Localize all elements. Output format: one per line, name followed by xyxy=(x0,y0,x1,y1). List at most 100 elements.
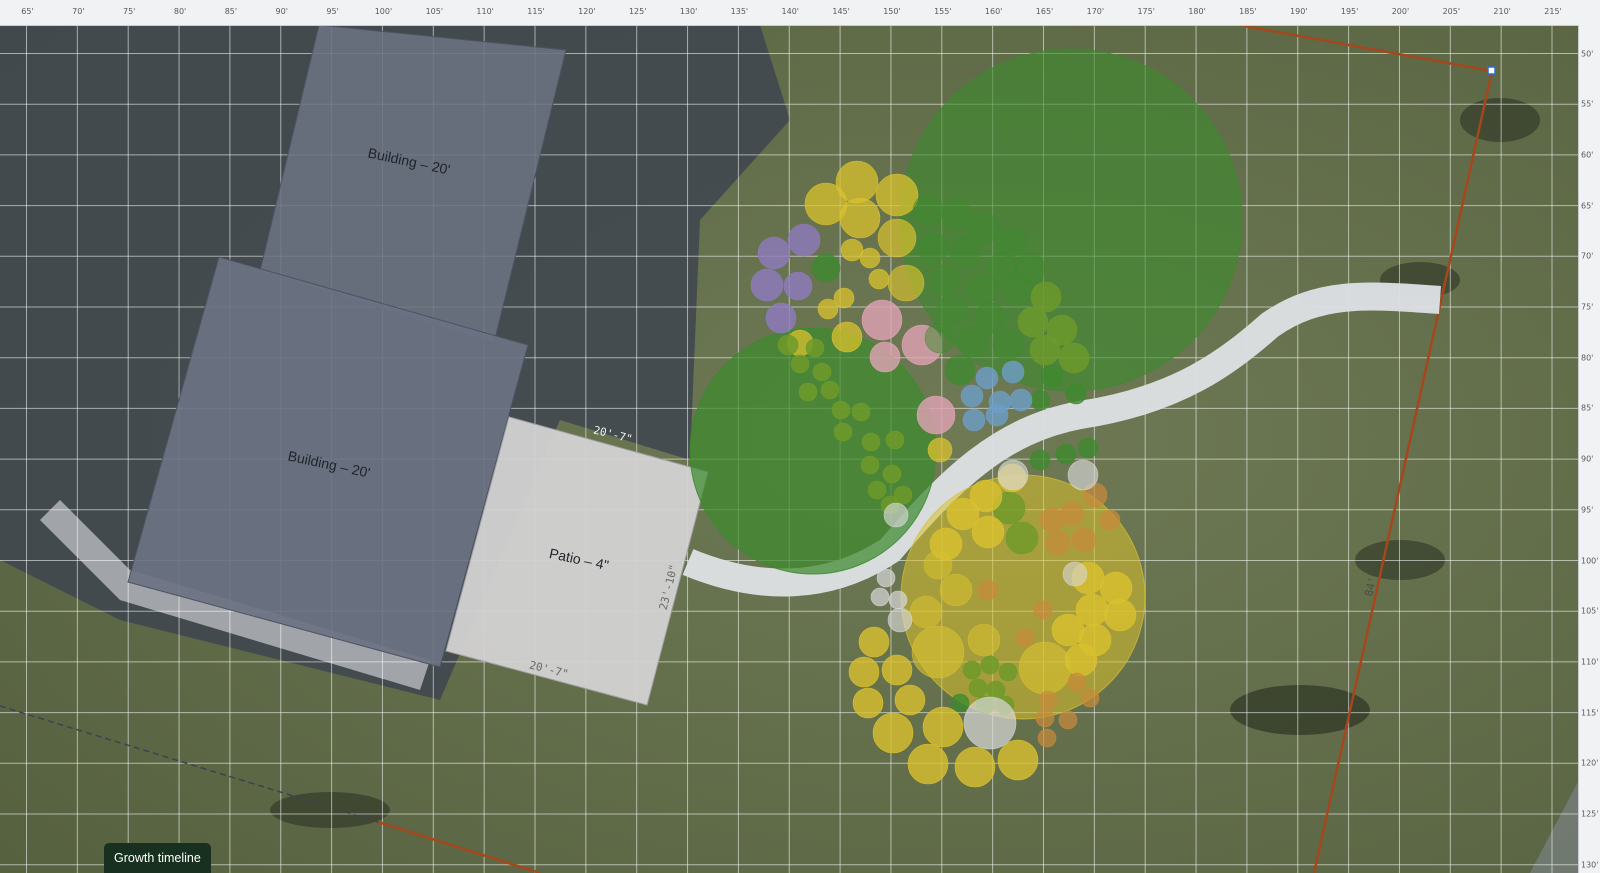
yellow-shrub[interactable] xyxy=(835,160,879,204)
olive-shrub[interactable] xyxy=(860,455,880,475)
green-shrub[interactable] xyxy=(944,354,976,386)
yellow-shrub[interactable] xyxy=(922,706,964,748)
orange-shrub[interactable] xyxy=(1071,527,1097,553)
green-shrub[interactable] xyxy=(912,194,944,226)
yellow-shrub[interactable] xyxy=(877,218,917,258)
green-shrub[interactable] xyxy=(949,236,981,268)
olive-shrub[interactable] xyxy=(790,354,810,374)
green-shrub[interactable] xyxy=(992,329,1024,361)
white-shrub[interactable] xyxy=(1067,459,1099,491)
yellow-shrub[interactable] xyxy=(831,321,863,353)
yellow-shrub[interactable] xyxy=(911,625,965,679)
blue-shrub[interactable] xyxy=(960,384,984,408)
olive-shrub[interactable] xyxy=(1058,342,1090,374)
blue-shrub[interactable] xyxy=(1009,388,1033,412)
medium-tree[interactable] xyxy=(689,327,937,575)
yellow-shrub[interactable] xyxy=(1018,641,1072,695)
olive-shrub[interactable] xyxy=(1005,521,1039,555)
white-shrub[interactable] xyxy=(1062,561,1088,587)
olive-shrub[interactable] xyxy=(980,655,1000,675)
purple-shrub[interactable] xyxy=(787,223,821,257)
orange-shrub[interactable] xyxy=(1058,710,1078,730)
olive-shrub[interactable] xyxy=(867,480,887,500)
orange-shrub[interactable] xyxy=(1045,530,1071,556)
green-shrub[interactable] xyxy=(1040,364,1064,388)
orange-shrub[interactable] xyxy=(1059,501,1085,527)
yellow-shrub[interactable] xyxy=(939,573,973,607)
yellow-shrub[interactable] xyxy=(894,684,926,716)
orange-shrub[interactable] xyxy=(1035,708,1055,728)
yellow-shrub[interactable] xyxy=(868,268,890,290)
green-shrub[interactable] xyxy=(936,294,968,326)
olive-shrub[interactable] xyxy=(882,464,902,484)
green-shrub[interactable] xyxy=(1029,389,1051,411)
blue-shrub[interactable] xyxy=(975,366,999,390)
olive-shrub[interactable] xyxy=(833,422,853,442)
blue-shrub[interactable] xyxy=(962,408,986,432)
green-shrub[interactable] xyxy=(1055,443,1077,465)
olive-shrub[interactable] xyxy=(851,402,871,422)
yellow-shrub[interactable] xyxy=(1103,598,1137,632)
olive-shrub[interactable] xyxy=(1029,334,1061,366)
green-shrub[interactable] xyxy=(924,322,956,354)
green-shrub[interactable] xyxy=(1029,449,1051,471)
green-shrub[interactable] xyxy=(929,264,961,296)
yellow-shrub[interactable] xyxy=(852,687,884,719)
purple-shrub[interactable] xyxy=(757,236,791,270)
green-shrub[interactable] xyxy=(950,693,970,713)
purple-shrub[interactable] xyxy=(783,271,813,301)
yellow-shrub[interactable] xyxy=(840,238,864,262)
white-shrub[interactable] xyxy=(876,568,896,588)
yellow-shrub[interactable] xyxy=(872,712,914,754)
green-shrub[interactable] xyxy=(1065,383,1087,405)
green-shrub[interactable] xyxy=(956,326,988,358)
orange-shrub[interactable] xyxy=(1080,688,1100,708)
green-shrub[interactable] xyxy=(1077,437,1099,459)
olive-shrub[interactable] xyxy=(805,338,825,358)
green-shrub[interactable] xyxy=(968,212,1000,244)
purple-shrub[interactable] xyxy=(765,302,797,334)
green-shrub[interactable] xyxy=(811,253,841,283)
white-shrub[interactable] xyxy=(997,459,1029,491)
white-shrub[interactable] xyxy=(883,502,909,528)
olive-shrub[interactable] xyxy=(968,678,988,698)
yellow-shrub[interactable] xyxy=(881,654,913,686)
olive-shrub[interactable] xyxy=(820,380,840,400)
green-shrub[interactable] xyxy=(917,232,949,264)
yellow-shrub[interactable] xyxy=(967,623,1001,657)
olive-shrub[interactable] xyxy=(812,362,832,382)
olive-shrub[interactable] xyxy=(885,430,905,450)
olive-shrub[interactable] xyxy=(831,400,851,420)
yellow-shrub[interactable] xyxy=(858,626,890,658)
orange-shrub[interactable] xyxy=(1038,690,1058,710)
yellow-shrub[interactable] xyxy=(839,197,881,239)
yellow-shrub[interactable] xyxy=(859,247,881,269)
green-shrub[interactable] xyxy=(966,274,998,306)
property-corner-handle[interactable] xyxy=(1487,66,1496,75)
yellow-shrub[interactable] xyxy=(923,550,953,580)
yellow-shrub[interactable] xyxy=(817,298,839,320)
pink-shrub[interactable] xyxy=(861,299,903,341)
pink-shrub[interactable] xyxy=(869,341,901,373)
yellow-shrub[interactable] xyxy=(848,656,880,688)
yellow-shrub[interactable] xyxy=(927,437,953,463)
olive-shrub[interactable] xyxy=(1017,306,1049,338)
orange-shrub[interactable] xyxy=(1033,600,1053,620)
yellow-shrub[interactable] xyxy=(907,743,949,785)
olive-shrub[interactable] xyxy=(962,660,982,680)
olive-shrub[interactable] xyxy=(861,432,881,452)
pink-shrub[interactable] xyxy=(916,395,956,435)
yellow-shrub[interactable] xyxy=(887,264,925,302)
white-shrub[interactable] xyxy=(963,696,1017,750)
purple-shrub[interactable] xyxy=(750,268,784,302)
orange-shrub[interactable] xyxy=(1099,509,1121,531)
yellow-shrub[interactable] xyxy=(954,746,996,788)
green-shrub[interactable] xyxy=(1002,274,1034,306)
growth-timeline-button[interactable]: Growth timeline xyxy=(104,843,211,873)
plan-canvas[interactable]: 84' Building – 20' Building – 20' Patio … xyxy=(0,0,1600,873)
yellow-shrub[interactable] xyxy=(875,173,919,217)
white-shrub[interactable] xyxy=(888,590,908,610)
green-shrub[interactable] xyxy=(974,302,1006,334)
orange-shrub[interactable] xyxy=(977,579,999,601)
white-shrub[interactable] xyxy=(887,607,913,633)
